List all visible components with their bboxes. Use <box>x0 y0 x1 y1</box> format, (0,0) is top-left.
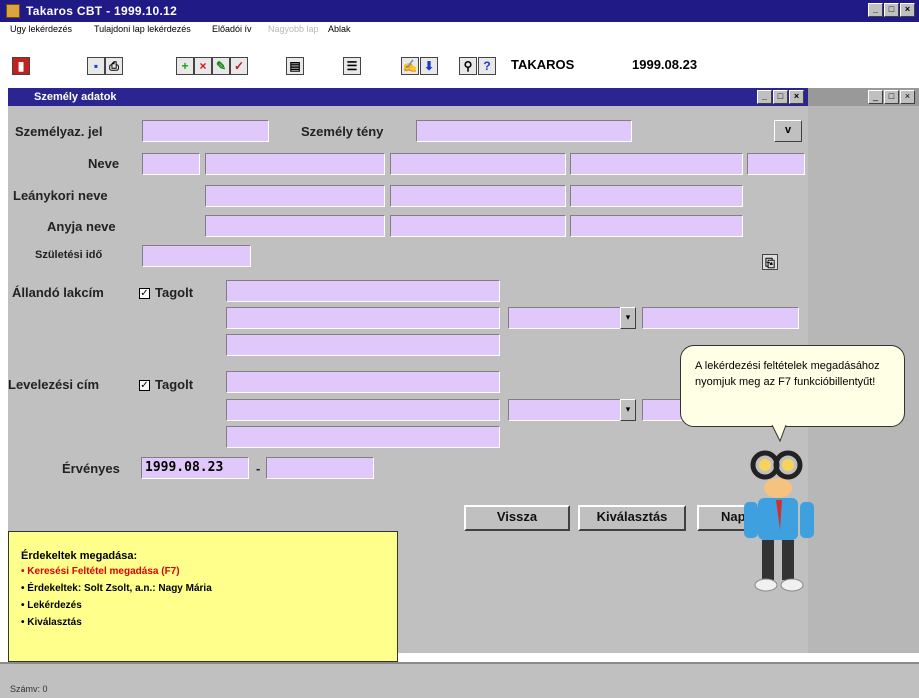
dialog-close-button[interactable]: × <box>789 90 804 104</box>
label-allando-lakcim: Állandó lakcím <box>12 285 104 300</box>
help-speech-bubble: A lekérdezési feltételek megadásához nyo… <box>680 345 905 427</box>
help-icon[interactable]: ? <box>478 57 496 75</box>
allando-chevron-down-icon[interactable]: ▾ <box>620 307 636 329</box>
menu-bar: Ugy lekérdezés Tulajdoni lap lekérdezés … <box>0 22 919 38</box>
neve-title-field[interactable] <box>142 153 200 175</box>
szuletesi-ido-field[interactable] <box>142 245 251 267</box>
tagolt-checkbox-2[interactable]: ✓ <box>139 380 150 391</box>
allando-city-select[interactable] <box>508 307 623 329</box>
label-tagolt-1: Tagolt <box>155 285 194 300</box>
delete-icon[interactable]: × <box>194 57 212 75</box>
label-szemelyaz-jel: Személyaz. jel <box>15 124 103 139</box>
instruction-item: • Lekérdezés <box>21 600 82 611</box>
instructions-heading: Érdekeltek megadása: <box>21 550 138 562</box>
label-levelezesi-cim: Levelezési cím <box>8 377 100 392</box>
label-szemely-teny: Személy tény <box>301 124 384 139</box>
toolbar-date: 1999.08.23 <box>632 57 698 72</box>
dialog-minimize-button[interactable]: _ <box>757 90 772 104</box>
toolbar-label: TAKAROS <box>511 57 575 72</box>
menu-tulajdoni-lap[interactable]: Tulajdoni lap lekérdezés <box>94 24 191 34</box>
instructions-panel: Érdekeltek megadása: • Keresési Feltétel… <box>8 531 398 662</box>
label-tagolt-2: Tagolt <box>155 377 194 392</box>
maximize-button[interactable]: □ <box>884 3 899 17</box>
dialog-title-bar: Személy adatok _ □ × <box>8 88 808 106</box>
allando-field-1[interactable] <box>226 280 500 302</box>
leanykori-field-3[interactable] <box>570 185 743 207</box>
expand-button[interactable]: v <box>774 120 802 142</box>
dialog-window-controls: _ □ × <box>757 90 804 104</box>
kivalasztas-button[interactable]: Kiválasztás <box>578 505 686 531</box>
close-button[interactable]: × <box>900 3 915 17</box>
allando-field-3[interactable] <box>642 307 799 329</box>
query-icon[interactable]: ⚲ <box>459 57 477 75</box>
bg-maximize-button[interactable]: □ <box>884 90 899 104</box>
list-icon[interactable]: ☰ <box>343 57 361 75</box>
bubble-text: A lekérdezési feltételek megadásához nyo… <box>695 360 880 388</box>
menu-ugy-lekerdezes[interactable]: Ugy lekérdezés <box>10 24 72 34</box>
szemelyaz-jel-field[interactable] <box>142 120 269 142</box>
label-szuletesi-ido: Születési idő <box>35 249 103 261</box>
instruction-item: • Keresési Feltétel megadása (F7) <box>21 566 180 577</box>
ervenyes-from-field[interactable]: 1999.08.23 <box>141 457 249 479</box>
levelezesi-field-3[interactable] <box>642 399 682 421</box>
levelezesi-field-4[interactable] <box>226 426 500 448</box>
background-window-title: _ □ × <box>808 88 919 106</box>
menu-ablak[interactable]: Ablak <box>328 24 351 34</box>
instruction-item: • Kiválasztás <box>21 617 82 628</box>
bg-window-controls: _ □ × <box>868 90 915 104</box>
app-icon <box>6 4 20 18</box>
menu-nagyobb-lap: Nagyobb lap <box>268 24 319 34</box>
leanykori-field-2[interactable] <box>390 185 566 207</box>
app-title: Takaros CBT - 1999.10.12 <box>26 4 178 18</box>
instructions-list: • Keresési Feltétel megadása (F7) • Érde… <box>21 566 212 634</box>
menu-eloadoi-iv[interactable]: Előadói ív <box>212 24 252 34</box>
dialog-maximize-button[interactable]: □ <box>773 90 788 104</box>
print-icon[interactable]: ⎙ <box>105 57 123 75</box>
bg-close-button[interactable]: × <box>900 90 915 104</box>
bg-minimize-button[interactable]: _ <box>868 90 883 104</box>
exit-icon[interactable]: ▮ <box>12 57 30 75</box>
tagolt-checkbox-1[interactable]: ✓ <box>139 288 150 299</box>
anyja-field-3[interactable] <box>570 215 743 237</box>
ervenyes-to-field[interactable] <box>266 457 374 479</box>
allando-field-2[interactable] <box>226 307 500 329</box>
instruction-item: • Érdekeltek: Solt Zsolt, a.n.: Nagy Már… <box>21 583 212 594</box>
ervenyes-separator: - <box>256 461 261 476</box>
check-icon[interactable]: ✓ <box>230 57 248 75</box>
levelezesi-city-select[interactable] <box>508 399 623 421</box>
levelezesi-chevron-down-icon[interactable]: ▾ <box>620 399 636 421</box>
app-title-bar: Takaros CBT - 1999.10.12 _ □ × <box>0 0 919 22</box>
allando-field-4[interactable] <box>226 334 500 356</box>
neve-field-3[interactable] <box>570 153 743 175</box>
leanykori-field-1[interactable] <box>205 185 385 207</box>
label-leanykori-neve: Leánykori neve <box>13 188 108 203</box>
text-icon[interactable]: ✍ <box>401 57 419 75</box>
window-controls: _ □ × <box>868 3 915 17</box>
status-text: Számv: 0 <box>10 684 48 694</box>
mascot-icon <box>744 450 814 592</box>
label-ervenyes: Érvényes <box>62 461 120 476</box>
label-neve: Neve <box>88 156 120 171</box>
save-icon[interactable]: ▪ <box>87 57 105 75</box>
anyja-field-2[interactable] <box>390 215 566 237</box>
report-icon[interactable]: ▤ <box>286 57 304 75</box>
status-bar: Számv: 0 <box>0 662 919 698</box>
document-icon[interactable]: ⎘ <box>762 254 778 270</box>
levelezesi-field-2[interactable] <box>226 399 500 421</box>
dialog-title: Személy adatok <box>34 91 117 103</box>
neve-field-4[interactable] <box>747 153 805 175</box>
download-icon[interactable]: ⬇ <box>420 57 438 75</box>
szemely-teny-field[interactable] <box>416 120 632 142</box>
anyja-field-1[interactable] <box>205 215 385 237</box>
minimize-button[interactable]: _ <box>868 3 883 17</box>
neve-field-1[interactable] <box>205 153 385 175</box>
label-anyja-neve: Anyja neve <box>47 219 116 234</box>
levelezesi-field-1[interactable] <box>226 371 500 393</box>
add-icon[interactable]: + <box>176 57 194 75</box>
neve-field-2[interactable] <box>390 153 566 175</box>
edit-icon[interactable]: ✎ <box>212 57 230 75</box>
vissza-button[interactable]: Vissza <box>464 505 570 531</box>
